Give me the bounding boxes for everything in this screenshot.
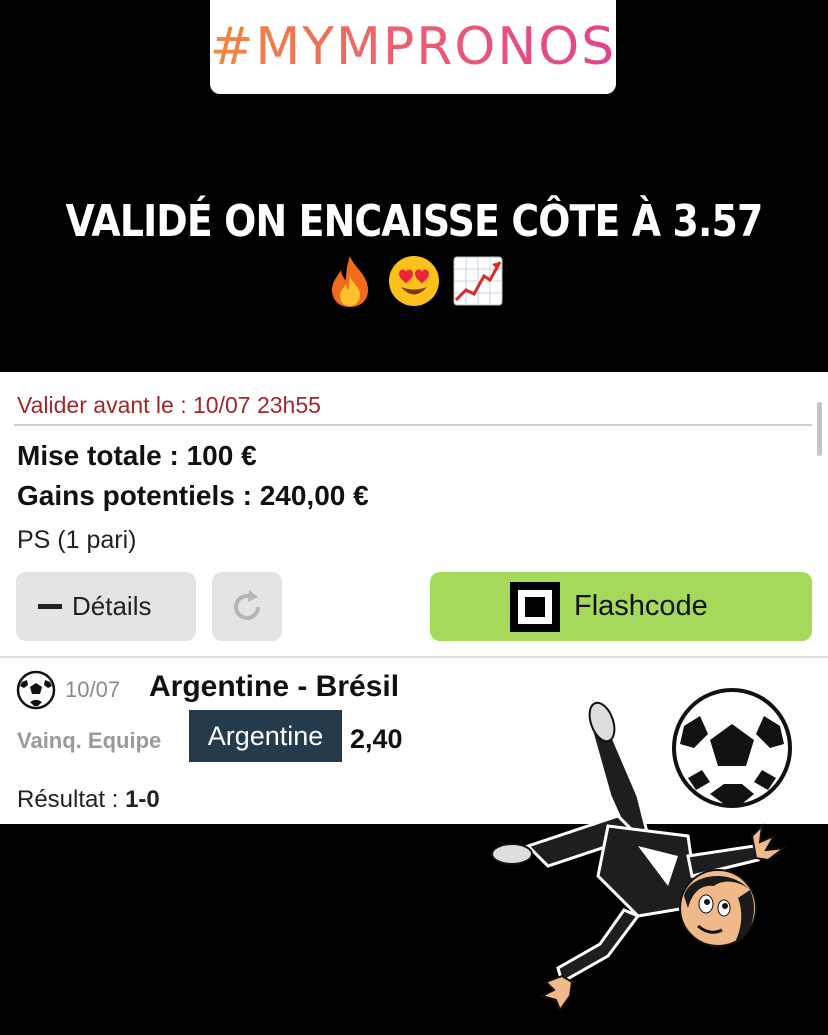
- result-score: 1-0: [125, 786, 160, 813]
- chart-increasing-emoji-icon: [453, 256, 503, 306]
- selected-team: Argentine: [189, 710, 342, 762]
- bitmoji-sticker: [491, 688, 792, 1010]
- odd-value: 2,40: [350, 724, 403, 754]
- refresh-button[interactable]: [212, 572, 282, 641]
- hashtag-text: #MYMPRONOS: [209, 17, 617, 77]
- total-stake: Mise totale : 100 €: [17, 440, 257, 471]
- validate-deadline: Valider avant le : 10/07 23h55: [17, 392, 321, 418]
- details-label: Détails: [72, 591, 152, 621]
- fire-emoji-icon: [332, 256, 368, 307]
- details-button[interactable]: Détails: [16, 572, 196, 641]
- match-teams: Argentine - Brésil: [149, 670, 400, 703]
- scrollbar[interactable]: [817, 402, 822, 456]
- match-date: 10/07: [65, 677, 121, 702]
- minus-icon: [38, 604, 62, 609]
- hashtag-sticker: #MYMPRONOS: [210, 0, 616, 94]
- bet-kind: PS (1 pari): [17, 526, 137, 554]
- flashcode-button[interactable]: Flashcode: [430, 572, 812, 641]
- emoji-row: [0, 254, 828, 314]
- match-result: Résultat : 1-0: [17, 786, 160, 814]
- soccer-ball-icon: [16, 670, 56, 710]
- refresh-icon: [234, 589, 260, 620]
- divider: [14, 424, 812, 426]
- heart-eyes-emoji-icon: [389, 256, 439, 306]
- potential-gains: Gains potentiels : 240,00 €: [17, 480, 369, 511]
- bet-type: Vainq. Equipe: [17, 728, 162, 753]
- result-label: Résultat :: [17, 786, 119, 813]
- story-caption: VALIDÉ ON ENCAISSE CÔTE À 3.57: [65, 196, 764, 247]
- soccer-ball-icon: [672, 688, 792, 808]
- qr-code-icon: [510, 581, 560, 632]
- divider: [0, 656, 828, 658]
- flashcode-label: Flashcode: [574, 590, 708, 622]
